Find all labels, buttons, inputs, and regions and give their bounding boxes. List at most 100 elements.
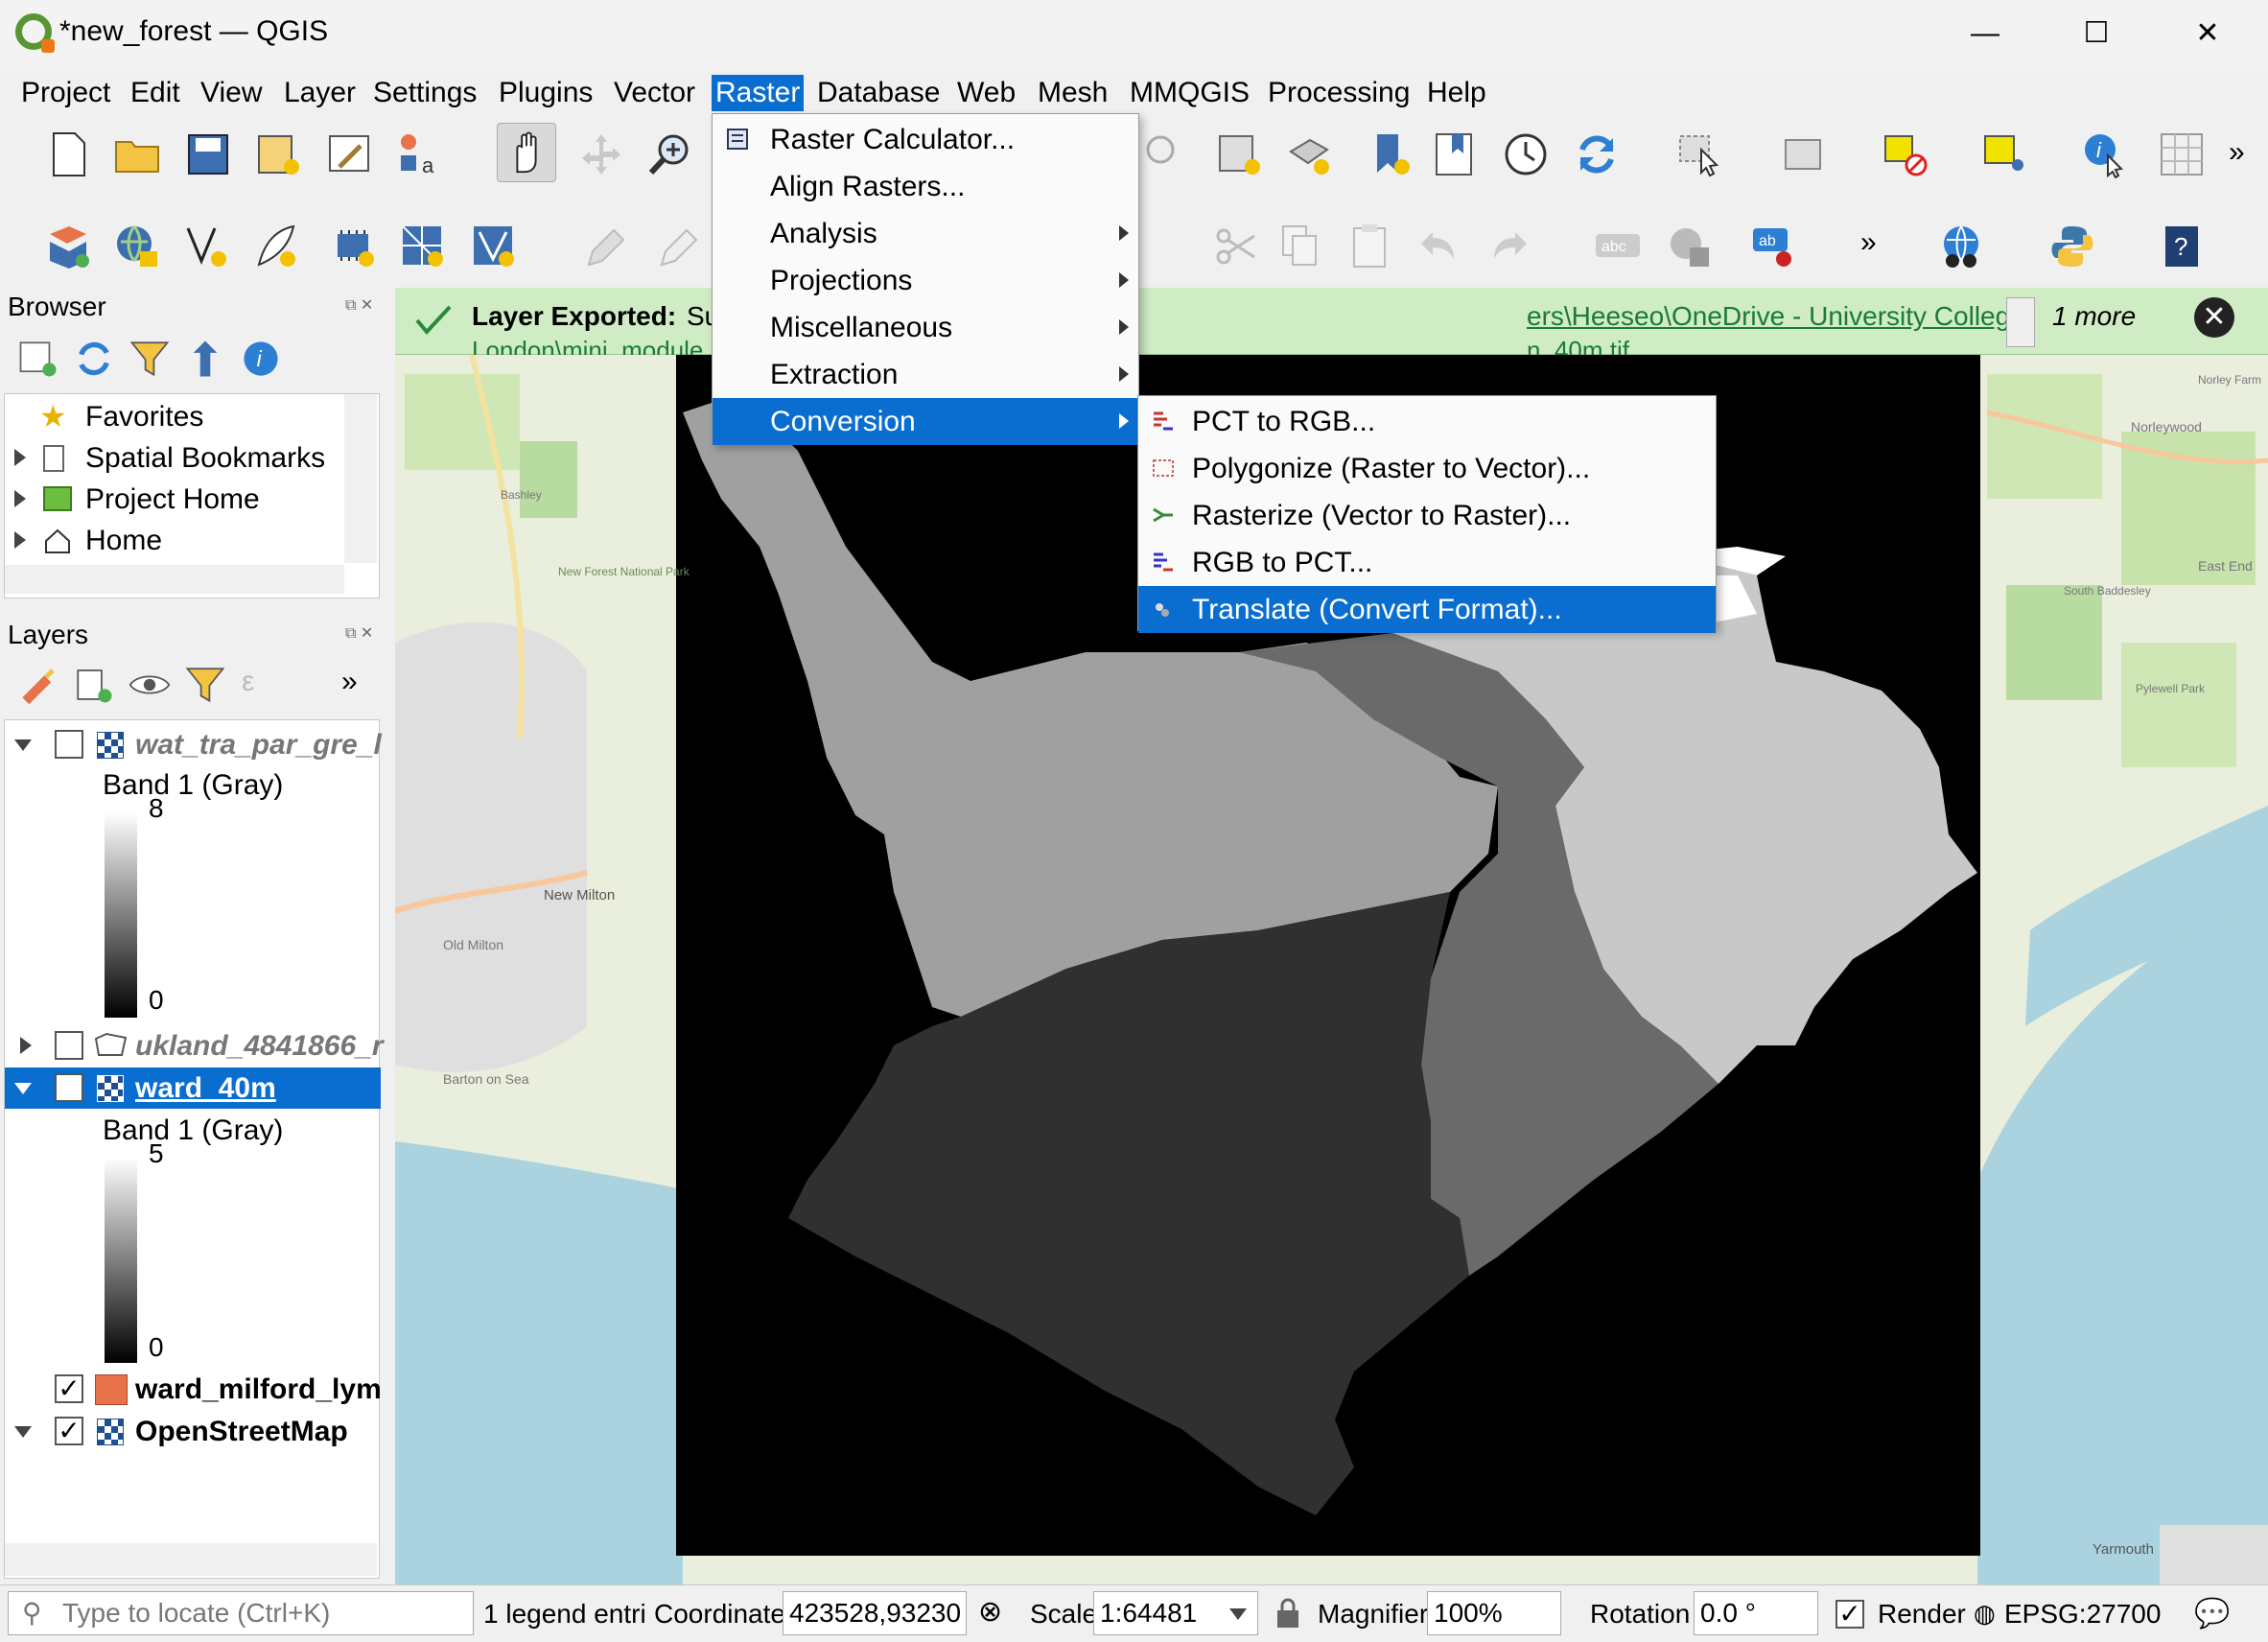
expand-arrow-icon[interactable] bbox=[14, 531, 26, 549]
cut-features-button[interactable] bbox=[1206, 217, 1266, 276]
style-panel-icon[interactable] bbox=[17, 664, 59, 706]
menu-item-pct-to-rgb[interactable]: PCT to RGB... bbox=[1138, 398, 1716, 445]
layer-item[interactable]: wat_tra_par_gre_l bbox=[5, 724, 382, 765]
layers-panel-close-icon[interactable]: ⧉ ✕ bbox=[345, 623, 373, 643]
layers-hscrollbar[interactable] bbox=[5, 1543, 377, 1576]
toolbar-overflow-icon[interactable]: » bbox=[2229, 136, 2245, 169]
eye-visibility-icon[interactable] bbox=[129, 664, 171, 706]
collapse-arrow-icon[interactable] bbox=[14, 1083, 32, 1094]
diagram-tool-button[interactable] bbox=[1661, 217, 1720, 276]
browser-item-home[interactable]: Home bbox=[5, 520, 340, 561]
coordinate-field[interactable]: 423528,93230 bbox=[783, 1591, 967, 1635]
filter-icon[interactable] bbox=[129, 338, 171, 380]
help-contents-button[interactable]: ? bbox=[2152, 217, 2211, 276]
pan-to-selection-button[interactable] bbox=[572, 125, 631, 184]
layer-item[interactable]: ✓ ward_milford_lym bbox=[5, 1369, 382, 1410]
select-by-location-button[interactable] bbox=[1976, 125, 2035, 184]
toggle-extents-icon[interactable]: ⊗ bbox=[978, 1595, 1002, 1629]
render-checkbox[interactable]: ✓ bbox=[1835, 1600, 1864, 1629]
style-manager-button[interactable]: a bbox=[389, 125, 449, 184]
redo-button[interactable] bbox=[1479, 217, 1538, 276]
add-vector-layer-button[interactable] bbox=[107, 217, 167, 276]
label-highlight-button[interactable]: ab bbox=[1745, 217, 1805, 276]
expand-arrow-icon[interactable] bbox=[14, 449, 26, 466]
menu-database[interactable]: Database bbox=[813, 75, 944, 111]
metasearch-button[interactable] bbox=[1931, 217, 1991, 276]
crs-globe-icon[interactable]: ◍ bbox=[1974, 1599, 1996, 1629]
scale-dropdown-icon[interactable] bbox=[1229, 1608, 1247, 1620]
crs-label[interactable]: EPSG:27700 bbox=[2004, 1599, 2161, 1630]
add-virtual-layer-button[interactable] bbox=[464, 217, 524, 276]
browser-panel-close-icon[interactable]: ⧉ ✕ bbox=[345, 295, 373, 315]
expression-filter-icon[interactable]: ε bbox=[242, 666, 254, 698]
save-project-button[interactable] bbox=[178, 125, 238, 184]
add-group-icon[interactable] bbox=[73, 664, 115, 706]
close-message-button[interactable]: ✕ bbox=[2194, 297, 2234, 338]
menu-web[interactable]: Web bbox=[953, 75, 1019, 111]
layer-visibility-checkbox[interactable]: ✓ bbox=[55, 1417, 83, 1445]
minimize-button[interactable]: — bbox=[1956, 10, 2014, 58]
select-features-button[interactable] bbox=[1671, 125, 1730, 184]
lock-icon[interactable] bbox=[1274, 1597, 1302, 1630]
open-project-button[interactable] bbox=[107, 125, 167, 184]
label-tool-button[interactable]: abc bbox=[1588, 217, 1648, 276]
refresh-browser-icon[interactable] bbox=[73, 338, 115, 380]
menu-item-projections[interactable]: Projections bbox=[713, 257, 1138, 304]
menu-view[interactable]: View bbox=[197, 75, 266, 111]
menu-processing[interactable]: Processing bbox=[1264, 75, 1414, 111]
menu-settings[interactable]: Settings bbox=[369, 75, 480, 111]
layer-visibility-checkbox[interactable]: ✓ bbox=[55, 1073, 83, 1102]
current-edits-button[interactable] bbox=[575, 217, 635, 276]
menu-mesh[interactable]: Mesh bbox=[1034, 75, 1111, 111]
toolbar-overflow-2-icon[interactable]: » bbox=[1860, 226, 1877, 259]
temporal-controller-button[interactable] bbox=[1496, 125, 1555, 184]
show-bookmarks-button[interactable] bbox=[1425, 125, 1485, 184]
collapse-arrow-icon[interactable] bbox=[14, 739, 32, 751]
identify-features-button[interactable]: i bbox=[2075, 125, 2135, 184]
copy-features-button[interactable] bbox=[1270, 217, 1329, 276]
paste-features-button[interactable] bbox=[1341, 217, 1400, 276]
menu-edit[interactable]: Edit bbox=[127, 75, 184, 111]
message-scroll-spinner[interactable] bbox=[2006, 297, 2035, 347]
new-print-layout-button[interactable] bbox=[249, 125, 309, 184]
attribute-table-button[interactable] bbox=[1776, 125, 1835, 184]
info-icon[interactable]: i bbox=[240, 338, 282, 380]
menu-plugins[interactable]: Plugins bbox=[495, 75, 596, 111]
filter-legend-icon[interactable] bbox=[184, 664, 226, 706]
menu-item-analysis[interactable]: Analysis bbox=[713, 210, 1138, 257]
new-map-view-button[interactable] bbox=[1210, 125, 1270, 184]
add-spatialite-layer-button[interactable] bbox=[324, 217, 384, 276]
browser-item-project-home[interactable]: Project Home bbox=[5, 479, 340, 520]
menu-item-rasterize[interactable]: Rasterize (Vector to Raster)... bbox=[1138, 492, 1716, 539]
toggle-editing-button[interactable] bbox=[648, 217, 708, 276]
layer-item[interactable]: ✓ OpenStreetMap bbox=[5, 1411, 381, 1452]
menu-vector[interactable]: Vector bbox=[610, 75, 699, 111]
python-console-button[interactable] bbox=[2043, 217, 2102, 276]
layer-item[interactable]: ukland_4841866_r bbox=[5, 1025, 384, 1067]
message-link[interactable]: ers\Heeseo\OneDrive - University College bbox=[1527, 301, 2025, 332]
menu-item-extraction[interactable]: Extraction bbox=[713, 351, 1138, 398]
menu-item-raster-calculator[interactable]: Raster Calculator... bbox=[713, 116, 1138, 163]
messages-icon[interactable]: 💬 bbox=[2194, 1597, 2230, 1630]
message-link-line2[interactable]: n_40m.tif bbox=[1527, 336, 1629, 355]
browser-item-spatial-bookmarks[interactable]: Spatial Bookmarks bbox=[5, 437, 340, 479]
layer-visibility-checkbox[interactable]: ✓ bbox=[55, 1374, 83, 1403]
browser-item-favorites[interactable]: ★ Favorites bbox=[5, 396, 340, 437]
layer-visibility-checkbox[interactable] bbox=[55, 1031, 83, 1060]
browser-hscrollbar[interactable] bbox=[5, 565, 344, 594]
new-shapefile-layer-button[interactable] bbox=[176, 217, 236, 276]
close-window-button[interactable]: ✕ bbox=[2179, 10, 2236, 58]
collapse-arrow-icon[interactable] bbox=[14, 1426, 32, 1438]
layer-visibility-checkbox[interactable] bbox=[55, 730, 83, 759]
new-virtual-layer-button[interactable] bbox=[393, 217, 453, 276]
rotation-field[interactable]: 0.0 ° bbox=[1694, 1591, 1818, 1635]
new-project-button[interactable] bbox=[38, 125, 98, 184]
deselect-features-button[interactable] bbox=[1876, 125, 1935, 184]
menu-raster[interactable]: Raster bbox=[712, 75, 805, 111]
expand-arrow-icon[interactable] bbox=[14, 490, 26, 507]
new-3d-map-button[interactable] bbox=[1279, 125, 1339, 184]
undo-button[interactable] bbox=[1410, 217, 1469, 276]
add-layer-icon[interactable] bbox=[17, 338, 59, 380]
menu-item-rgb-to-pct[interactable]: RGB to PCT... bbox=[1138, 539, 1716, 586]
new-bookmark-button[interactable] bbox=[1360, 125, 1419, 184]
